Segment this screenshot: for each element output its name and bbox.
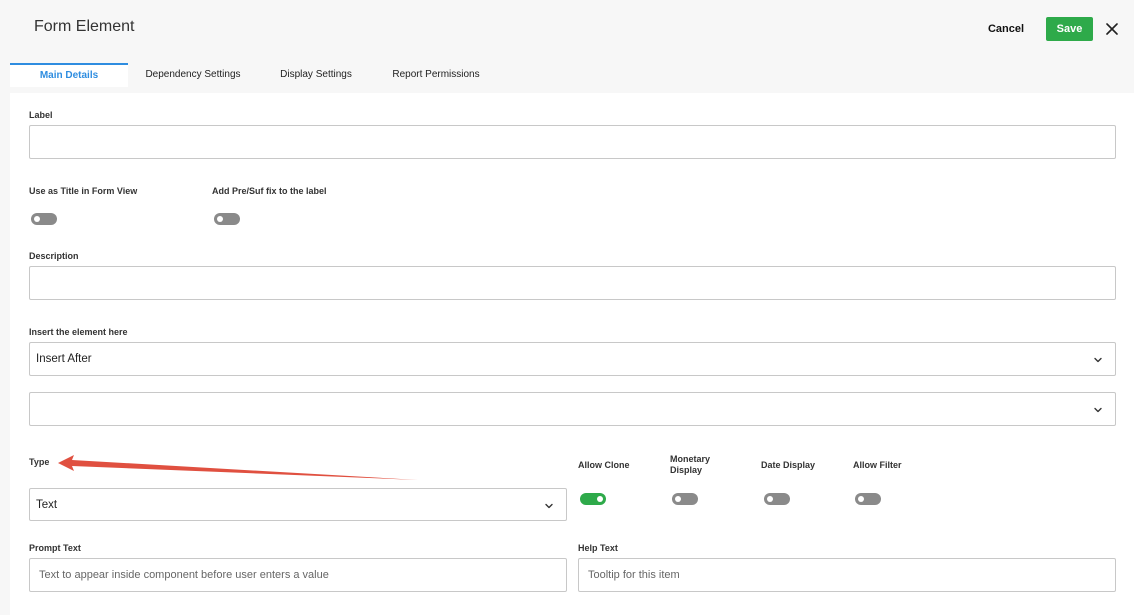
- date-display-label: Date Display: [761, 460, 816, 470]
- tab-display-settings[interactable]: Display Settings: [266, 63, 366, 87]
- main-details-panel: Label Use as Title in Form View Add Pre/…: [10, 93, 1134, 615]
- allow-filter-toggle[interactable]: [855, 493, 881, 505]
- add-presuffix-toggle[interactable]: [214, 213, 240, 225]
- annotation-arrow-icon: [58, 455, 418, 480]
- use-as-title-label: Use as Title in Form View: [29, 186, 138, 196]
- type-value: Text: [36, 498, 58, 511]
- help-text-placeholder: Tooltip for this item: [588, 569, 680, 581]
- toggle-knob: [767, 496, 773, 502]
- date-display-toggle[interactable]: [764, 493, 790, 505]
- monetary-display-label: Monetary Display: [670, 454, 711, 475]
- save-button[interactable]: Save: [1046, 17, 1093, 41]
- tab-report-permissions[interactable]: Report Permissions: [380, 63, 492, 87]
- chevron-down-icon: [1094, 407, 1102, 413]
- allow-clone-label: Allow Clone: [578, 460, 630, 470]
- prompt-text-label: Prompt Text: [29, 543, 81, 553]
- close-button[interactable]: [1102, 18, 1122, 40]
- insert-position-select[interactable]: Insert After: [29, 342, 1116, 376]
- label-input[interactable]: [29, 125, 1116, 159]
- type-label: Type: [29, 457, 50, 467]
- description-label: Description: [29, 251, 79, 261]
- tab-dependency-settings[interactable]: Dependency Settings: [134, 63, 252, 87]
- insert-position-value: Insert After: [36, 353, 92, 365]
- label-field-label: Label: [29, 110, 53, 120]
- toggle-knob: [675, 496, 681, 502]
- cancel-button[interactable]: Cancel: [978, 18, 1034, 40]
- insert-position-label: Insert the element here: [29, 327, 128, 337]
- use-as-title-toggle[interactable]: [31, 213, 57, 225]
- allow-clone-toggle[interactable]: [580, 493, 606, 505]
- allow-filter-label: Allow Filter: [853, 460, 902, 470]
- chevron-down-icon: [1094, 357, 1102, 363]
- toggle-knob: [217, 216, 223, 222]
- help-text-label: Help Text: [578, 543, 618, 553]
- description-input[interactable]: [29, 266, 1116, 300]
- help-text-input[interactable]: Tooltip for this item: [578, 558, 1116, 592]
- page-title: Form Element: [34, 18, 135, 35]
- insert-target-select[interactable]: [29, 392, 1116, 426]
- add-presuffix-label: Add Pre/Suf fix to the label: [212, 186, 327, 196]
- tab-main-details[interactable]: Main Details: [10, 63, 128, 87]
- prompt-text-placeholder: Text to appear inside component before u…: [39, 569, 329, 581]
- prompt-text-input[interactable]: Text to appear inside component before u…: [29, 558, 567, 592]
- toggle-knob: [858, 496, 864, 502]
- chevron-down-icon: [545, 503, 553, 509]
- toggle-knob: [34, 216, 40, 222]
- monetary-display-toggle[interactable]: [672, 493, 698, 505]
- toggle-knob: [597, 496, 603, 502]
- type-select[interactable]: Text: [29, 488, 567, 521]
- header: Form Element Cancel Save: [0, 0, 1134, 62]
- close-icon: [1106, 23, 1118, 35]
